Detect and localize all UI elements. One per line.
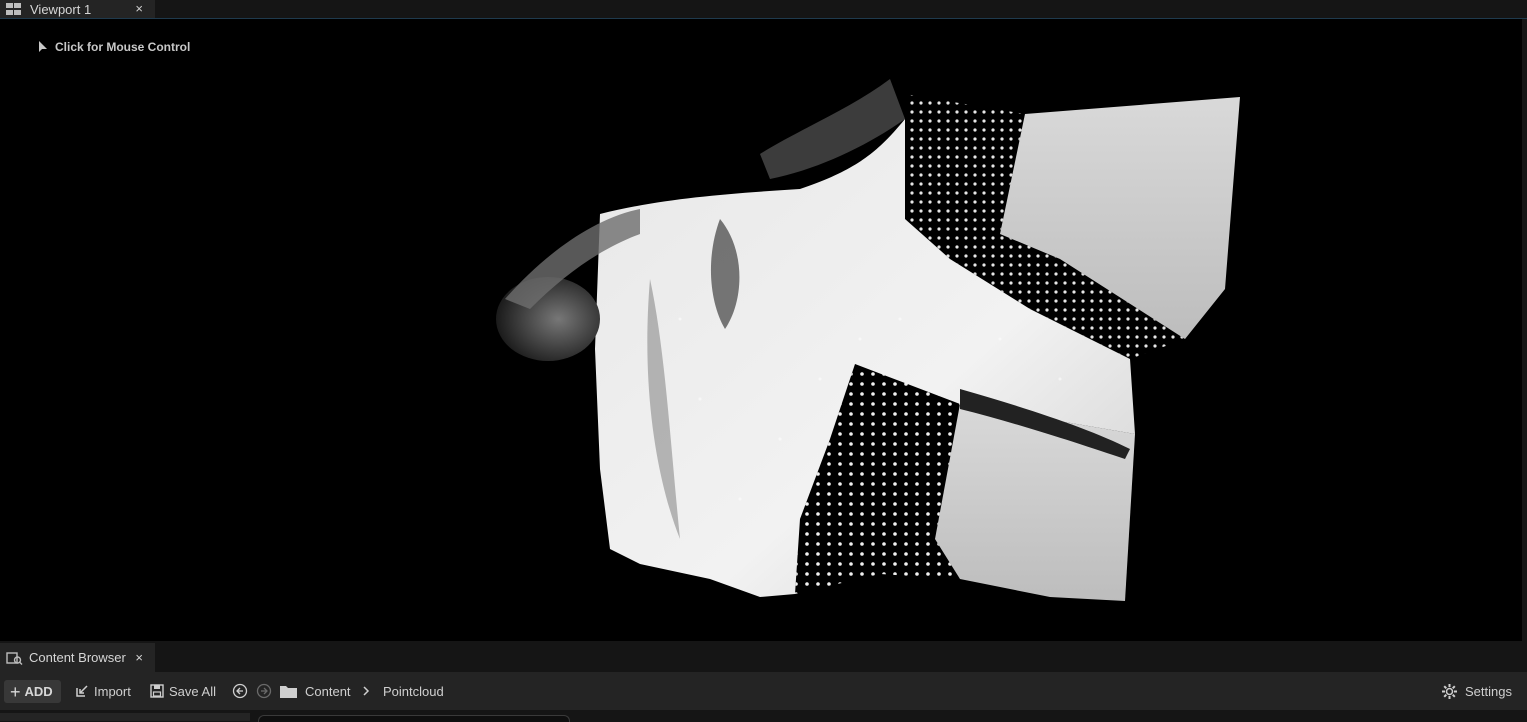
mouse-hint-label: Click for Mouse Control: [55, 40, 191, 54]
gear-icon: [1441, 683, 1458, 700]
chevron-right-icon[interactable]: [362, 672, 370, 710]
import-icon: [75, 684, 89, 698]
folder-icon: [280, 684, 297, 698]
back-button[interactable]: [232, 672, 248, 710]
forward-button[interactable]: [256, 672, 272, 710]
folder-button[interactable]: [280, 672, 297, 710]
breadcrumb-content[interactable]: Content: [305, 672, 351, 710]
breadcrumb-item: Pointcloud: [383, 683, 444, 699]
import-label: Import: [94, 683, 131, 699]
pointcloud-render: [496, 79, 1240, 601]
close-icon[interactable]: ×: [135, 0, 143, 18]
save-all-label: Save All: [169, 683, 216, 699]
settings-label: Settings: [1465, 683, 1512, 699]
tab-viewport-1[interactable]: Viewport 1 ×: [0, 0, 155, 19]
viewport-canvas[interactable]: Click for Mouse Control: [0, 19, 1522, 641]
save-all-button[interactable]: Save All: [150, 672, 216, 710]
content-browser-tab-strip: Content Browser ×: [0, 643, 1527, 672]
cursor-icon: [38, 41, 48, 53]
sources-panel: [0, 713, 250, 721]
breadcrumb-item: Content: [305, 683, 351, 699]
viewport-border: [1522, 19, 1527, 641]
viewport-tab-strip: Viewport 1 ×: [0, 0, 1527, 19]
import-button[interactable]: Import: [75, 672, 131, 710]
breadcrumb-pointcloud[interactable]: Pointcloud: [383, 672, 444, 710]
plus-icon: +: [10, 681, 21, 702]
forward-arrow-icon: [256, 683, 272, 699]
mouse-control-hint[interactable]: Click for Mouse Control: [38, 40, 190, 54]
settings-button[interactable]: Settings: [1441, 672, 1512, 710]
close-icon[interactable]: ×: [135, 643, 143, 672]
layout-grid-icon: [6, 3, 22, 17]
content-browser-toolbar: + ADD Import Save All Content Pointcloud…: [0, 672, 1527, 710]
back-arrow-icon: [232, 683, 248, 699]
save-icon: [150, 684, 164, 698]
tab-content-browser[interactable]: Content Browser ×: [0, 643, 155, 672]
content-browser-icon: [6, 651, 23, 665]
add-label: ADD: [24, 684, 53, 699]
add-button[interactable]: + ADD: [4, 680, 61, 703]
viewport-tab-label: Viewport 1: [30, 2, 92, 17]
content-browser-tab-label: Content Browser: [29, 650, 126, 665]
